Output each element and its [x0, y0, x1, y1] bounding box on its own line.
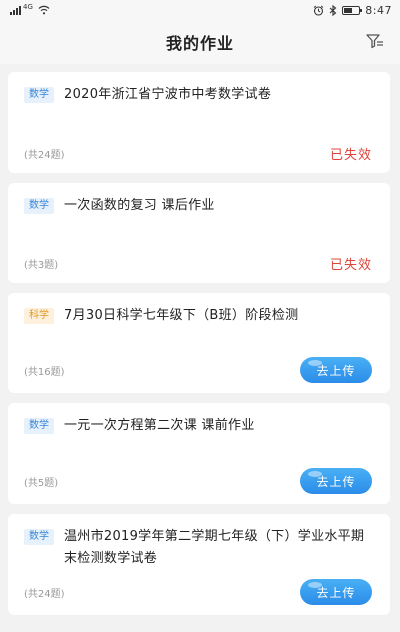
question-count: (共24题) [24, 150, 65, 161]
subject-tag: 数学 [24, 418, 54, 434]
header: 我的作业 [0, 20, 400, 64]
assignment-card[interactable]: 科学 7月30日科学七年级下（B班）阶段检测 (共16题) 去上传 [8, 293, 390, 393]
battery-icon [342, 5, 363, 15]
card-header: 数学 一次函数的复习 课后作业 [24, 195, 374, 217]
assignment-title: 一次函数的复习 课后作业 [64, 198, 215, 213]
expired-status: 已失效 [329, 148, 372, 163]
upload-button[interactable]: 去上传 [300, 357, 372, 383]
question-count: (共3题) [24, 260, 59, 271]
card-header: 数学 2020年浙江省宁波市中考数学试卷 [24, 84, 374, 106]
subject-tag: 数学 [24, 529, 54, 545]
assignment-title: 温州市2019学年第二学期七年级（下）学业水平期末检测数学试卷 [64, 529, 365, 566]
assignment-card[interactable]: 数学 一次函数的复习 课后作业 (共3题) 已失效 [8, 183, 390, 283]
assignment-list: 数学 2020年浙江省宁波市中考数学试卷 (共24题) 已失效 数学 一次函数的… [8, 72, 390, 625]
status-right: 8:47 [313, 4, 392, 17]
card-header: 科学 7月30日科学七年级下（B班）阶段检测 [24, 305, 374, 327]
battery-level [344, 7, 352, 13]
subject-tag: 科学 [24, 308, 54, 324]
subject-tag: 数学 [24, 87, 54, 103]
assignment-card[interactable]: 数学 一元一次方程第二次课 课前作业 (共5题) 去上传 [8, 403, 390, 504]
status-bar: 4G 8:47 [0, 0, 400, 20]
question-count: (共16题) [24, 366, 65, 378]
assignment-title: 2020年浙江省宁波市中考数学试卷 [64, 87, 272, 102]
assignment-title: 7月30日科学七年级下（B班）阶段检测 [64, 308, 299, 323]
assignment-card[interactable]: 数学 2020年浙江省宁波市中考数学试卷 (共24题) 已失效 [8, 72, 390, 173]
bluetooth-icon [329, 4, 337, 16]
card-footer: (共3题) 已失效 [24, 254, 372, 273]
page-title: 我的作业 [165, 34, 234, 53]
alarm-icon [313, 5, 324, 16]
wifi-icon [38, 5, 50, 15]
filter-button[interactable] [364, 30, 386, 52]
card-header: 数学 温州市2019学年第二学期七年级（下）学业水平期末检测数学试卷 [24, 526, 374, 570]
network-label: 4G [23, 3, 33, 11]
card-footer: (共5题) 去上传 [24, 468, 372, 494]
assignment-card[interactable]: 数学 温州市2019学年第二学期七年级（下）学业水平期末检测数学试卷 (共24题… [8, 514, 390, 615]
upload-button[interactable]: 去上传 [300, 468, 372, 494]
question-count: (共5题) [24, 477, 59, 489]
question-count: (共24题) [24, 588, 65, 600]
card-footer: (共24题) 已失效 [24, 144, 372, 163]
upload-button[interactable]: 去上传 [300, 579, 372, 605]
status-time: 8:47 [365, 3, 392, 17]
signal-icon [10, 5, 21, 15]
card-header: 数学 一元一次方程第二次课 课前作业 [24, 415, 374, 437]
assignment-title: 一元一次方程第二次课 课前作业 [64, 418, 255, 433]
card-footer: (共24题) 去上传 [24, 579, 372, 605]
status-left: 4G [10, 3, 50, 15]
filter-icon [366, 34, 383, 49]
card-footer: (共16题) 去上传 [24, 357, 372, 383]
expired-status: 已失效 [329, 258, 372, 273]
subject-tag: 数学 [24, 198, 54, 214]
